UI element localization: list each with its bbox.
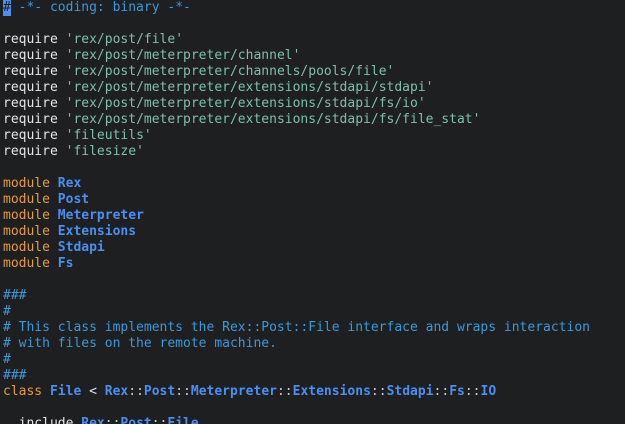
comment-token: # This class implements the Rex::Post::F… [3,320,590,335]
separator-token: :: [128,384,144,399]
code-editor[interactable]: # -*- coding: binary -*- require 'rex/po… [0,0,625,424]
keyword-token: class [3,384,50,399]
comment-token: ### [3,368,27,383]
text-token: require [3,80,66,95]
constant-token: Post [57,192,90,207]
string-token: 'filesize' [65,144,144,159]
code-line[interactable]: # [3,352,625,368]
code-line[interactable]: require 'filesize' [3,144,625,160]
constant-token: Stdapi [386,384,434,399]
string-token: 'rex/post/meterpreter/extensions/stdapi/… [65,112,481,127]
code-line[interactable]: include Rex::Post::File [3,416,625,424]
code-line[interactable]: module Fs [3,256,625,272]
string-token: 'rex/post/meterpreter/channels/pools/fil… [65,64,395,79]
keyword-token: module [3,256,58,271]
constant-token: Rex [57,176,82,191]
code-line[interactable]: class File < Rex::Post::Meterpreter::Ext… [3,384,625,400]
constant-token: IO [480,384,497,399]
text-token: require [3,48,66,63]
constant-token: Meterpreter [190,384,277,399]
code-line[interactable]: require 'rex/post/meterpreter/extensions… [3,80,625,96]
text-token: require [3,128,66,143]
code-line[interactable]: ### [3,368,625,384]
string-token: 'fileutils' [65,128,152,143]
constant-token: Stdapi [57,240,105,255]
constant-token: Post [143,384,176,399]
constant-token: File [49,384,82,399]
code-line[interactable] [3,400,625,416]
constant-token: Meterpreter [57,208,144,223]
separator-token: :: [104,416,121,424]
separator-token: :: [175,384,191,399]
text-token: < [81,384,105,399]
string-token: 'rex/post/file' [65,32,184,47]
comment-token: -*- coding: binary -*- [10,0,191,15]
code-line[interactable]: module Stdapi [3,240,625,256]
keyword-token: module [3,176,58,191]
string-token: 'rex/post/meterpreter/extensions/stdapi/… [65,80,434,95]
keyword-token: module [3,224,58,239]
code-line[interactable]: module Post [3,192,625,208]
code-line[interactable]: module Extensions [3,224,625,240]
text-token: include [3,416,82,424]
constant-token: File [167,416,199,424]
constant-token: Fs [57,256,74,271]
constant-token: Extensions [292,384,371,399]
code-line[interactable] [3,16,625,32]
comment-token: ### [3,288,27,303]
code-line[interactable]: ### [3,288,625,304]
keyword-token: module [3,240,58,255]
code-line[interactable]: # This class implements the Rex::Post::F… [3,320,625,336]
separator-token: :: [433,384,450,399]
code-line[interactable] [3,272,625,288]
comment-token: # [3,352,11,367]
code-line[interactable]: # -*- coding: binary -*- [3,0,625,16]
code-line[interactable]: module Meterpreter [3,208,625,224]
code-line[interactable]: require 'fileutils' [3,128,625,144]
separator-token: :: [276,384,293,399]
constant-token: Rex [104,384,129,399]
code-line[interactable]: module Rex [3,176,625,192]
text-cursor: # [3,0,11,16]
code-line[interactable] [3,160,625,176]
keyword-token: module [3,192,58,207]
code-area[interactable]: # -*- coding: binary -*- require 'rex/po… [3,0,625,424]
keyword-token: module [3,208,58,223]
text-token: require [3,112,66,127]
text-token: require [3,32,66,47]
code-line[interactable]: # [3,304,625,320]
text-token: require [3,64,66,79]
code-line[interactable]: require 'rex/post/meterpreter/extensions… [3,96,625,112]
constant-token: Post [120,416,152,424]
text-token: require [3,96,66,111]
code-line[interactable]: require 'rex/post/meterpreter/channels/p… [3,64,625,80]
string-token: 'rex/post/meterpreter/extensions/stdapi/… [65,96,426,111]
code-line[interactable]: # with files on the remote machine. [3,336,625,352]
separator-token: :: [151,416,168,424]
string-token: 'rex/post/meterpreter/channel' [65,48,301,63]
code-line[interactable]: require 'rex/post/meterpreter/channel' [3,48,625,64]
separator-token: :: [464,384,481,399]
constant-token: Fs [449,384,465,399]
comment-token: # with files on the remote machine. [3,336,277,351]
constant-token: Rex [81,416,105,424]
code-line[interactable]: require 'rex/post/meterpreter/extensions… [3,112,625,128]
comment-token: # [3,304,11,319]
constant-token: Extensions [57,224,137,239]
code-line[interactable]: require 'rex/post/file' [3,32,625,48]
separator-token: :: [370,384,387,399]
text-token: require [3,144,66,159]
